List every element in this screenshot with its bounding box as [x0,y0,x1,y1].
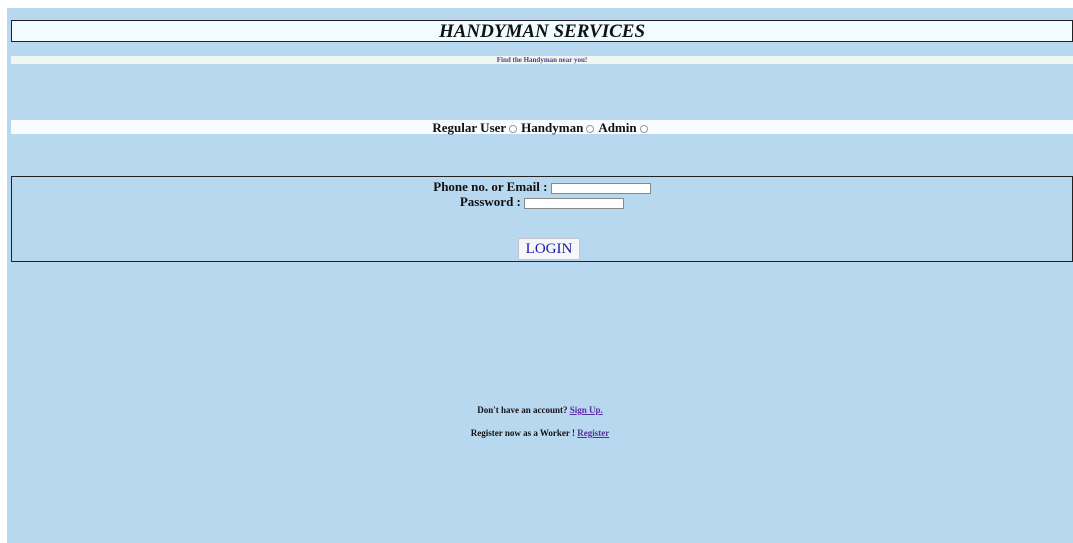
password-input[interactable] [524,197,625,209]
radio-handyman[interactable] [586,124,595,133]
page-title: HANDYMAN SERVICES [11,20,1073,42]
worker-register-link[interactable]: Register [577,428,609,438]
page-background: HANDYMAN SERVICES Find the Handyman near… [7,8,1073,543]
radio-admin[interactable] [639,124,648,133]
worker-register-text: Register now as a Worker ! [470,428,575,438]
signup-prompt: Don't have an account? Sign Up. [7,405,1073,416]
login-button[interactable]: LOGIN [518,238,580,260]
radio-regular-user[interactable] [509,124,518,133]
password-label: Password : [459,194,521,209]
role-selector: Regular User Handyman Admin [11,120,1073,135]
worker-register-prompt: Register now as a Worker ! Register [7,428,1073,439]
role-label-admin: Admin [598,120,637,135]
tagline: Find the Handyman near you! [11,56,1073,64]
login-form: Phone no. or Email : Password : LOGIN [11,176,1073,262]
signup-prompt-text: Don't have an account? [477,405,568,415]
signup-link[interactable]: Sign Up. [570,405,603,415]
identifier-input[interactable] [550,182,651,194]
role-label-regular-user: Regular User [432,120,507,135]
password-row: Password : [12,195,1072,209]
identifier-row: Phone no. or Email : [12,180,1072,194]
identifier-label: Phone no. or Email : [433,179,548,194]
role-label-handyman: Handyman [521,120,584,135]
